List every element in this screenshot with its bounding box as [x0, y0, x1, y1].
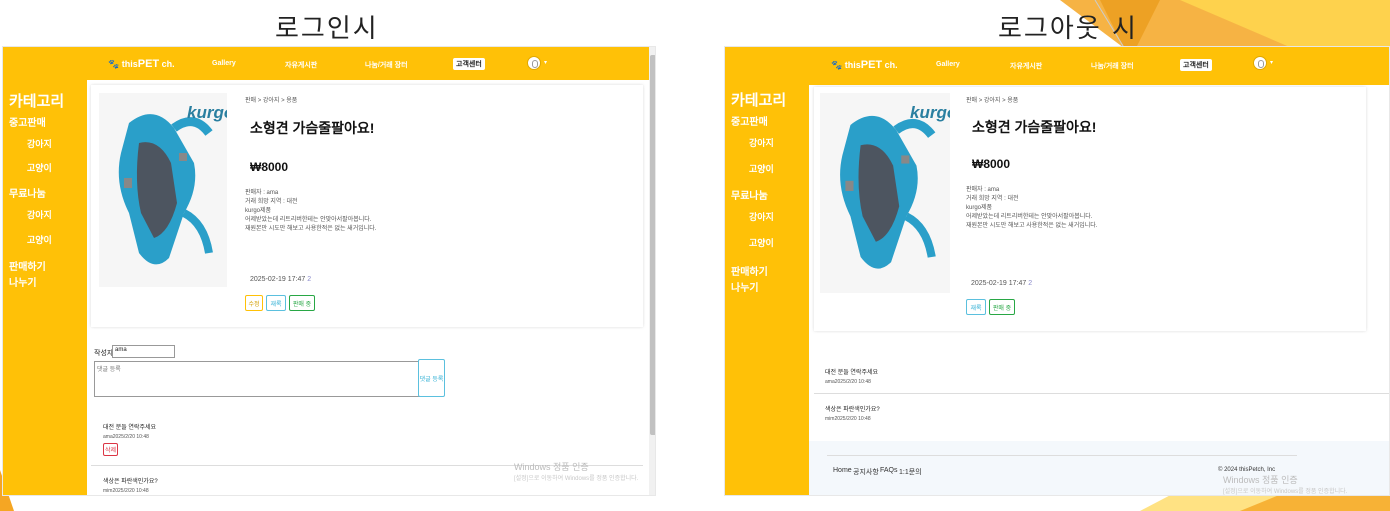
- footer-link-inquiry[interactable]: 1:1문의: [899, 467, 922, 477]
- nav-free-board[interactable]: 자유게시판: [1010, 61, 1042, 71]
- sidebar-item-free-dog[interactable]: 강아지: [749, 210, 774, 223]
- watermark-title: Windows 정품 인증: [514, 462, 589, 472]
- comment-meta: mim2025/2/20 10:48: [103, 488, 149, 494]
- sidebar-item-free[interactable]: 무료나눔: [731, 187, 768, 202]
- screenshot-logged-in: 🐾 thisPET ch. Gallery 자유게시판 나눔/거래 장터 고객센…: [2, 46, 656, 496]
- relist-button[interactable]: 재록: [966, 299, 986, 315]
- product-card: kurgo 판매 > 강아지 > 용품 소형견 가슴줄팔아요! ₩8000 판매…: [814, 87, 1366, 331]
- desc-line-1: kurgo제품: [966, 205, 993, 211]
- sidebar-item-used-cat[interactable]: 고양이: [27, 161, 52, 174]
- comment-meta: mim2025/2/20 10:48: [825, 416, 871, 422]
- product-image: kurgo: [820, 93, 950, 293]
- nav-market[interactable]: 나눔/거래 장터: [1091, 61, 1134, 71]
- chevron-down-icon[interactable]: ▾: [544, 59, 547, 66]
- author-label: 작성자: [94, 350, 114, 357]
- watermark-text: [설정]으로 이동하여 Windows를 정품 인증합니다.: [1223, 489, 1348, 495]
- post-date: 2025-02-19 17:47 2: [971, 280, 1033, 287]
- chevron-down-icon[interactable]: ▾: [1270, 59, 1273, 66]
- region-info: 거래 희망 지역 : 대전: [966, 196, 1019, 202]
- top-navbar: 🐾 thisPET ch. Gallery 자유게시판 나눔/거래 장터 고객센…: [3, 47, 655, 80]
- product-card: kurgo 판매 > 강아지 > 용품 소형견 가슴줄팔아요! ₩8000 판매…: [91, 85, 643, 327]
- product-image: kurgo: [99, 93, 227, 287]
- product-price: ₩8000: [972, 157, 1011, 171]
- user-icon[interactable]: [1253, 56, 1267, 70]
- nav-customer-center[interactable]: 고객센터: [1180, 59, 1212, 71]
- brand-logo[interactable]: 🐾 thisPET ch.: [831, 59, 898, 71]
- status-button[interactable]: 판매 중: [989, 299, 1015, 315]
- page-title: 소형견 가슴줄팔아요!: [250, 120, 375, 136]
- sidebar-item-share[interactable]: 나누기: [731, 279, 759, 294]
- sidebar-item-free-cat[interactable]: 고양이: [27, 233, 52, 246]
- footer-link-home[interactable]: Home: [833, 467, 852, 474]
- caption-logged-out: 로그아웃 시: [998, 14, 1138, 44]
- user-icon[interactable]: [527, 56, 541, 70]
- sidebar-title: 카테고리: [9, 93, 65, 110]
- sidebar: 카테고리 중고판매 강아지 고양이 무료나눔 강아지 고양이 판매하기 나누기: [725, 85, 809, 495]
- footer-link-faqs[interactable]: FAQs: [880, 467, 898, 474]
- nav-market[interactable]: 나눔/거래 장터: [365, 60, 408, 70]
- submit-comment-button[interactable]: 댓글 등록: [418, 359, 445, 397]
- comment-text: 대전 분들 연락주세요: [103, 425, 157, 431]
- kurgo-logo: kurgo: [910, 103, 950, 122]
- desc-line-3: 재원본만 시도만 해보고 사용한적은 없는 새거입니다.: [245, 226, 377, 232]
- nav-gallery[interactable]: Gallery: [936, 61, 960, 68]
- edit-button[interactable]: 수정: [245, 295, 263, 311]
- nav-free-board[interactable]: 자유게시판: [285, 60, 317, 70]
- watermark-title: Windows 정품 인증: [1223, 475, 1298, 485]
- post-date: 2025-02-19 17:47 2: [250, 276, 312, 283]
- nav-customer-center[interactable]: 고객센터: [453, 58, 485, 70]
- desc-line-2: 어제받았는데 리트리버한테는 안맞아서팔아봅니다.: [966, 214, 1093, 220]
- nav-gallery[interactable]: Gallery: [212, 60, 236, 67]
- footer-divider: [827, 455, 1297, 456]
- breadcrumb: 판매 > 강아지 > 용품: [245, 98, 298, 104]
- sidebar-item-used[interactable]: 중고판매: [9, 114, 46, 129]
- comment-meta: ama2025/2/20 10:48: [825, 379, 871, 385]
- desc-line-2: 어제받았는데 리트리버한테는 안맞아서팔아봅니다.: [245, 217, 372, 223]
- sidebar-item-free-cat[interactable]: 고양이: [749, 236, 774, 249]
- sidebar: 카테고리 중고판매 강아지 고양이 무료나눔 강아지 고양이 판매하기 나누기: [3, 80, 87, 495]
- comment-meta: ama2025/2/20 10:48: [103, 434, 149, 440]
- comment-text: 색상은 파란색인가요?: [825, 407, 880, 413]
- sidebar-item-used[interactable]: 중고판매: [731, 113, 768, 128]
- breadcrumb: 판매 > 강아지 > 용품: [966, 98, 1019, 104]
- seller-info: 판매자 : ama: [966, 187, 1000, 193]
- comment-input[interactable]: 댓글 등록: [94, 361, 420, 397]
- caption-logged-in: 로그인시: [275, 14, 379, 44]
- divider: [814, 393, 1389, 394]
- sidebar-item-share[interactable]: 나누기: [9, 274, 37, 289]
- top-navbar: 🐾 thisPET ch. Gallery 자유게시판 나눔/거래 장터 고객센…: [725, 47, 1389, 85]
- desc-line-3: 재원본만 시도만 해보고 사용한적은 없는 새거입니다.: [966, 223, 1098, 229]
- kurgo-logo: kurgo: [187, 103, 227, 122]
- footer-link-notice[interactable]: 공지사항: [853, 467, 879, 477]
- sidebar-item-free[interactable]: 무료나눔: [9, 185, 46, 200]
- seller-info: 판매자 : ama: [245, 190, 279, 196]
- view-count: 2: [307, 276, 312, 283]
- slide: 로그인시 로그아웃 시 🐾 thisPET ch. Gallery 자유게시판 …: [0, 0, 1390, 511]
- desc-line-1: kurgo제품: [245, 208, 272, 214]
- watermark-text: [설정]으로 이동하여 Windows를 정품 인증합니다.: [514, 476, 639, 482]
- status-button[interactable]: 판매 중: [289, 295, 315, 311]
- sidebar-title: 카테고리: [731, 92, 787, 109]
- screenshot-logged-out: 🐾 thisPET ch. Gallery 자유게시판 나눔/거래 장터 고객센…: [724, 46, 1390, 496]
- product-price: ₩8000: [250, 160, 289, 174]
- sidebar-item-used-dog[interactable]: 강아지: [749, 136, 774, 149]
- view-count: 2: [1028, 280, 1033, 287]
- comment-text: 대전 분들 연락주세요: [825, 370, 879, 376]
- brand-logo[interactable]: 🐾 thisPET ch.: [108, 58, 175, 70]
- sidebar-item-used-dog[interactable]: 강아지: [27, 137, 52, 150]
- relist-button[interactable]: 재록: [266, 295, 286, 311]
- region-info: 거래 희망 지역 : 대전: [245, 199, 298, 205]
- scrollbar-thumb[interactable]: [650, 55, 655, 435]
- sidebar-item-sell[interactable]: 판매하기: [9, 258, 46, 273]
- author-field[interactable]: ama: [112, 345, 175, 358]
- comment-text: 색상은 파란색인가요?: [103, 479, 158, 485]
- sidebar-item-free-dog[interactable]: 강아지: [27, 208, 52, 221]
- scrollbar[interactable]: [649, 47, 655, 495]
- delete-comment-button[interactable]: 삭제: [103, 443, 118, 456]
- sidebar-item-sell[interactable]: 판매하기: [731, 263, 768, 278]
- page-title: 소형견 가슴줄팔아요!: [972, 119, 1097, 135]
- sidebar-item-used-cat[interactable]: 고양이: [749, 162, 774, 175]
